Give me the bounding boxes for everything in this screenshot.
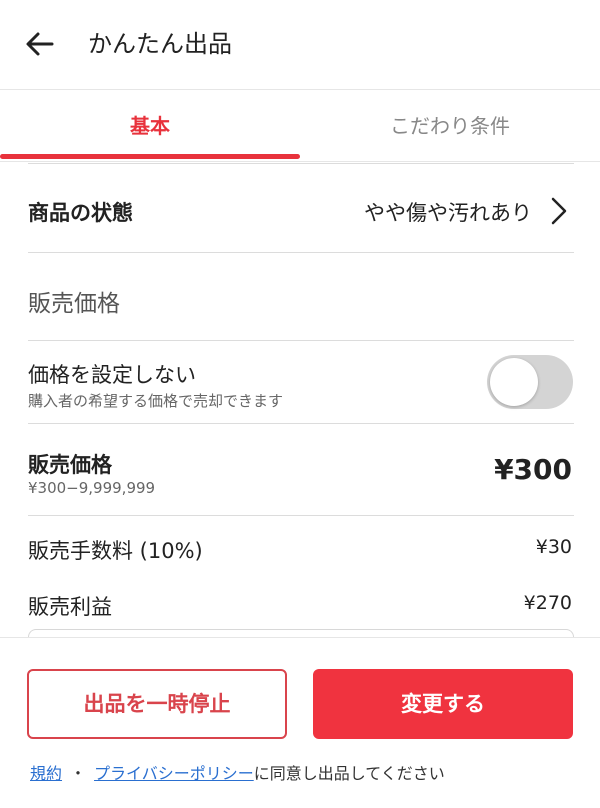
price-range: ¥300−9,999,999 bbox=[28, 479, 156, 497]
divider bbox=[28, 515, 574, 516]
tab-detailed-conditions[interactable]: こだわり条件 bbox=[300, 90, 600, 162]
fee-value: ¥30 bbox=[535, 536, 572, 558]
no-price-label: 価格を設定しない bbox=[28, 363, 196, 387]
condition-row[interactable]: 商品の状態 やや傷や汚れあり bbox=[0, 164, 600, 252]
divider bbox=[28, 252, 574, 253]
price-section-title: 販売価格 bbox=[28, 291, 120, 317]
price-label: 販売価格 bbox=[28, 453, 112, 477]
action-footer: 出品を一時停止 変更する 規約・プライバシーポリシーに同意し出品してください bbox=[0, 637, 600, 808]
next-section-box bbox=[28, 629, 574, 637]
condition-label: 商品の状態 bbox=[28, 201, 133, 225]
no-price-toggle[interactable] bbox=[487, 355, 573, 409]
page-title: かんたん出品 bbox=[88, 30, 232, 58]
form-content: 商品の状態 やや傷や汚れあり 販売価格 価格を設定しない 購入者の希望する価格で… bbox=[0, 163, 600, 637]
divider bbox=[28, 340, 574, 341]
back-arrow-icon[interactable] bbox=[22, 26, 58, 62]
divider bbox=[28, 423, 574, 424]
agree-text: に同意し出品してください bbox=[253, 764, 445, 783]
terms-link[interactable]: 規約 bbox=[30, 764, 62, 783]
fee-label: 販売手数料 (10%) bbox=[28, 539, 203, 563]
no-price-description: 購入者の希望する価格で売却できます bbox=[28, 392, 284, 410]
toggle-knob bbox=[490, 358, 538, 406]
pause-listing-button[interactable]: 出品を一時停止 bbox=[27, 669, 287, 739]
tab-basic[interactable]: 基本 bbox=[0, 90, 300, 162]
profit-value: ¥270 bbox=[523, 592, 572, 614]
save-changes-button[interactable]: 変更する bbox=[313, 669, 573, 739]
chevron-right-icon bbox=[551, 197, 567, 225]
terms-notice: 規約・プライバシーポリシーに同意し出品してください bbox=[30, 760, 445, 784]
privacy-policy-link[interactable]: プライバシーポリシー bbox=[94, 764, 254, 783]
price-value[interactable]: ¥300 bbox=[494, 453, 572, 486]
active-tab-indicator bbox=[0, 154, 300, 159]
separator-dot: ・ bbox=[70, 764, 87, 783]
profit-label: 販売利益 bbox=[28, 595, 112, 619]
tab-bar: 基本 こだわり条件 bbox=[0, 90, 600, 162]
condition-value: やや傷や汚れあり bbox=[364, 201, 532, 225]
app-header: かんたん出品 bbox=[0, 0, 600, 90]
